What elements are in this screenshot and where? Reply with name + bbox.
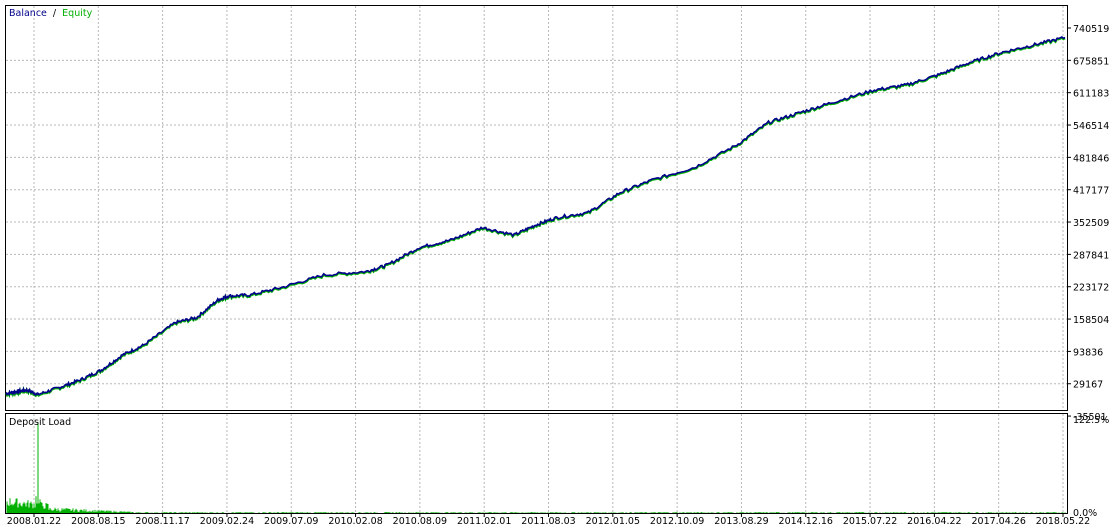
x-tick-label: 2008.01.22	[7, 516, 61, 527]
legend: Balance / Equity	[9, 8, 93, 19]
legend-separator: /	[53, 8, 57, 19]
deposit-load-bars	[6, 421, 1066, 513]
x-tick-label: 2018.05.22	[1036, 516, 1090, 527]
y-tick-label: 417177	[1073, 186, 1109, 197]
deposit-pane-frame	[5, 413, 1068, 514]
deposit-load-title: Deposit Load	[9, 417, 71, 428]
y-tick-label: 158504	[1073, 315, 1109, 326]
x-tick-label: 2011.08.03	[521, 516, 575, 527]
chart-root: 740519 675851 611183 546514 481846 417177 3525…	[0, 0, 1114, 530]
grid-layer	[6, 6, 1067, 513]
y-tick-label: 93836	[1073, 347, 1103, 358]
x-tick-label: 2011.02.01	[457, 516, 511, 527]
x-tick-label: 2017.04.26	[971, 516, 1025, 527]
balance-line	[5, 36, 1066, 397]
y-tick-labels: 740519 675851 611183 546514 481846 417177 3525…	[1067, 24, 1109, 519]
equity-line	[5, 36, 1066, 399]
x-tick-label: 2010.02.08	[328, 516, 382, 527]
x-tick-label: 2008.08.15	[71, 516, 125, 527]
x-tick-label: 2013.08.29	[714, 516, 768, 527]
y-tick-label: 675851	[1073, 56, 1109, 67]
x-tick-label: 2009.02.24	[200, 516, 254, 527]
x-tick-labels: 2008.01.22 2008.08.15 2008.11.17 2009.02.24…	[7, 513, 1090, 527]
x-tick-label: 2012.01.05	[586, 516, 640, 527]
legend-balance: Balance	[9, 8, 47, 19]
x-tick-label: 2016.04.22	[907, 516, 961, 527]
y-tick-label: 611183	[1073, 89, 1109, 100]
y-tick-label: 546514	[1073, 121, 1109, 132]
y-tick-label: 29167	[1073, 380, 1103, 391]
x-tick-label: 2012.10.09	[650, 516, 704, 527]
y-tick-label: 740519	[1073, 24, 1109, 35]
x-tick-label: 2008.11.17	[135, 516, 189, 527]
backtest-chart: 740519 675851 611183 546514 481846 417177 3525…	[5, 5, 1109, 527]
x-tick-label: 2014.12.16	[779, 516, 833, 527]
legend-equity: Equity	[62, 8, 92, 19]
x-tick-label: 2009.07.09	[264, 516, 318, 527]
main-pane-frame	[5, 5, 1068, 411]
x-tick-label: 2010.08.09	[393, 516, 447, 527]
y-tick-label: 352509	[1073, 218, 1109, 229]
deposit-y-tick-label: 122.5%	[1073, 415, 1109, 426]
x-tick-label: 2015.07.22	[843, 516, 897, 527]
y-tick-label: 481846	[1073, 153, 1109, 164]
y-tick-label: 287841	[1073, 250, 1109, 261]
series-layer	[5, 36, 1066, 399]
y-tick-label: 223172	[1073, 283, 1109, 294]
